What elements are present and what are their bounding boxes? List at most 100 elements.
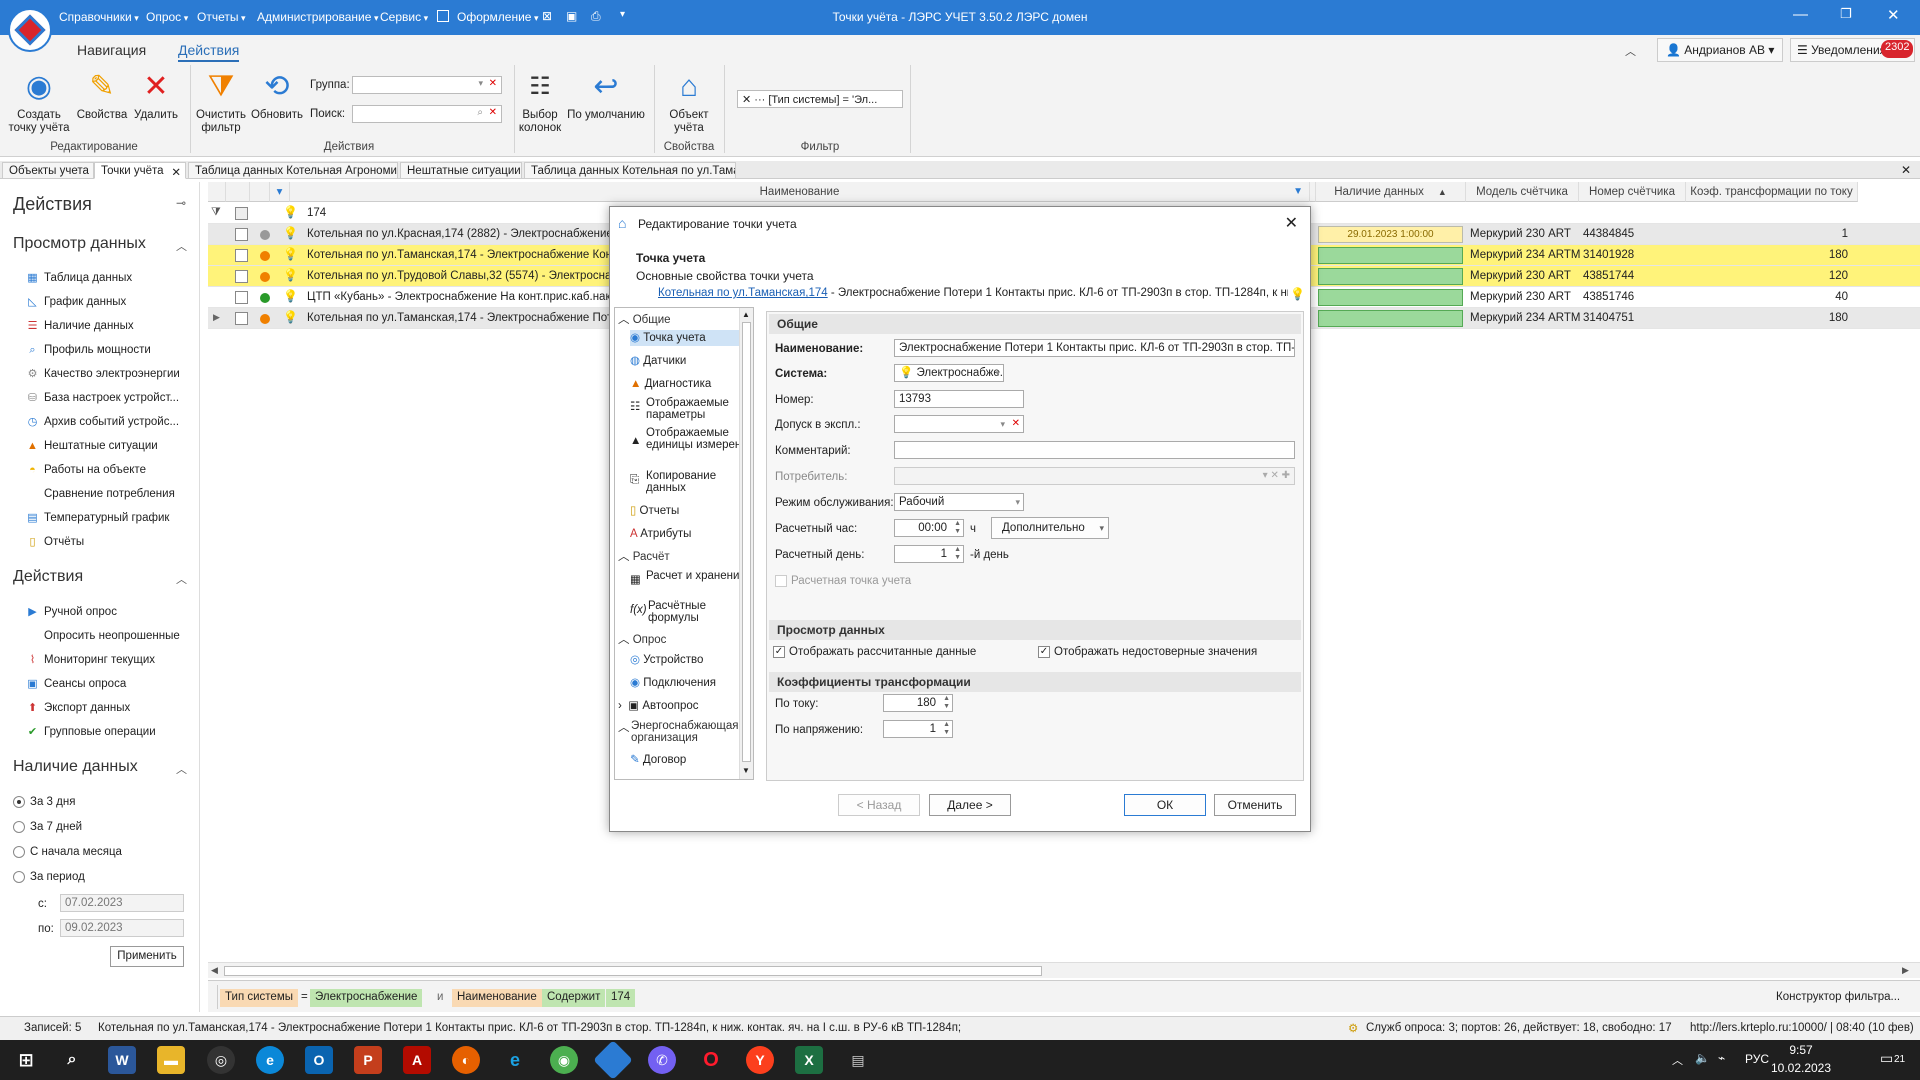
tray-arrow-icon[interactable]: ︿ xyxy=(1672,1052,1683,1068)
spinner-icon[interactable]: ▲ ▼ xyxy=(943,695,950,711)
row-checkbox[interactable] xyxy=(235,249,248,262)
firefox-icon[interactable]: ◐ xyxy=(452,1046,480,1074)
tree-item-contract[interactable]: ✎ Договор xyxy=(630,754,686,766)
search-input[interactable]: ⌕ ✕ xyxy=(352,105,502,123)
quick-access-dropdown-icon[interactable]: ▾ xyxy=(620,9,625,20)
volume-icon[interactable]: 🔈 xyxy=(1695,1051,1710,1065)
item-data-chart[interactable]: ◺ График данных xyxy=(26,296,126,308)
item-poll-sessions[interactable]: ▣ Сеансы опроса xyxy=(26,678,126,690)
select-all-checkbox[interactable] xyxy=(235,207,248,220)
header-ratio[interactable]: Коэф. трансформации по току xyxy=(1686,182,1858,202)
filter-chip-value[interactable]: 174 xyxy=(606,989,636,1007)
header-name[interactable]: Наименование ▼ xyxy=(290,182,1310,202)
tree-item-sensors[interactable]: ◍ Датчики xyxy=(630,355,686,367)
tree-item-formulas[interactable]: f(x) Расчётные формулы xyxy=(630,600,753,624)
clear-icon[interactable]: ✕ xyxy=(742,94,751,106)
row-checkbox[interactable] xyxy=(235,270,248,283)
item-export[interactable]: ⬆ Экспорт данных xyxy=(26,702,130,714)
column-filter-icon[interactable]: ▼ xyxy=(1293,182,1303,201)
collapse-ribbon-icon[interactable]: ︿ xyxy=(1625,43,1636,59)
item-event-archive[interactable]: ◷ Архив событий устройс... xyxy=(26,416,179,428)
tab-data-table-2[interactable]: Таблица данных Котельная по ул.Тама xyxy=(524,162,736,179)
clear-icon[interactable]: ✕ xyxy=(489,107,497,118)
close-icon[interactable]: ✕ xyxy=(1887,6,1900,24)
filter-builder-link[interactable]: Конструктор фильтра... xyxy=(1776,991,1900,1003)
header-model[interactable]: Модель счётчика xyxy=(1466,182,1579,202)
group-select[interactable]: ▾ ✕ xyxy=(352,76,502,94)
close-tab-icon[interactable]: ✕ xyxy=(171,165,181,179)
tree-section-supply[interactable]: ︿ Энергоснабжающая организация xyxy=(618,720,740,744)
tree-item-display-units[interactable]: ▲ Отображаемые единицы измерения xyxy=(630,427,753,451)
name-input[interactable]: Электроснабжение Потери 1 Контакты прис.… xyxy=(894,339,1295,357)
radio-7-days[interactable]: За 7 дней xyxy=(13,821,82,833)
pdf-icon[interactable]: A xyxy=(403,1046,431,1074)
extra-button[interactable]: Дополнительно ▾ xyxy=(991,517,1109,539)
filter-and[interactable]: и xyxy=(432,989,448,1007)
select-columns-button[interactable]: ☷ Выбор колонок xyxy=(518,67,562,135)
word-icon[interactable]: W xyxy=(108,1046,136,1074)
clock-date[interactable]: 10.02.2023 xyxy=(1770,1061,1832,1075)
save-icon[interactable]: ▣ xyxy=(566,9,577,23)
item-data-table[interactable]: ▦ Таблица данных xyxy=(26,272,132,284)
user-menu[interactable]: 👤 Андрианов АВ ▾ xyxy=(1657,38,1784,62)
spinner-icon[interactable]: ▲ ▼ xyxy=(954,520,961,536)
item-consumption-compare[interactable]: Сравнение потребления xyxy=(26,488,175,500)
chevron-up-icon[interactable]: ︿ xyxy=(176,238,187,254)
close-all-tabs-icon[interactable]: ✕ xyxy=(1901,163,1911,177)
minimize-icon[interactable]: — xyxy=(1793,6,1808,23)
powerpoint-icon[interactable]: P xyxy=(354,1046,382,1074)
language-indicator[interactable]: РУС xyxy=(1745,1052,1769,1066)
filter-icon[interactable]: ▾ xyxy=(270,182,290,202)
tab-navigation[interactable]: Навигация xyxy=(77,42,146,58)
show-unreliable-checkbox[interactable]: ✓ Отображать недостоверные значения xyxy=(1038,646,1257,658)
mode-select[interactable]: Рабочий ▾ xyxy=(894,493,1024,511)
notepad-icon[interactable]: ▤ xyxy=(844,1046,872,1074)
search-icon[interactable]: ⌕ xyxy=(58,1046,86,1074)
tree-item-data-copy[interactable]: ⎘ Копирование данных xyxy=(630,470,753,494)
edge-icon[interactable]: e xyxy=(256,1046,284,1074)
header-availability[interactable]: Наличие данных ▲ xyxy=(1316,182,1466,202)
notification-center-icon[interactable]: ▭ xyxy=(1880,1050,1893,1067)
back-button[interactable]: < Назад xyxy=(838,794,920,816)
tree-item-calc-storage[interactable]: ▦ Расчет и хранение xyxy=(630,570,753,586)
ok-button[interactable]: ОК xyxy=(1124,794,1206,816)
properties-button[interactable]: ✎ Свойства xyxy=(76,67,128,122)
tree-item-device[interactable]: ◎ Устройство xyxy=(630,654,703,666)
scroll-left-icon[interactable]: ◀ xyxy=(211,965,218,976)
current-ratio-input[interactable]: 180 ▲ ▼ xyxy=(883,694,953,712)
row-checkbox[interactable] xyxy=(235,228,248,241)
outlook-icon[interactable]: O xyxy=(305,1046,333,1074)
menu-reports[interactable]: Отчеты xyxy=(197,10,246,24)
clock-time[interactable]: 9:57 xyxy=(1776,1043,1826,1057)
explorer-icon[interactable]: ▬ xyxy=(157,1046,185,1074)
tab-data-table-1[interactable]: Таблица данных Котельная Агрономич xyxy=(188,162,398,179)
ie-icon[interactable]: e xyxy=(501,1046,529,1074)
row-checkbox[interactable] xyxy=(235,312,248,325)
object-link[interactable]: Котельная по ул.Таманская,174 xyxy=(658,287,828,299)
app-logo[interactable] xyxy=(8,8,52,52)
menu-poll[interactable]: Опрос xyxy=(146,10,188,24)
opera-icon[interactable]: O xyxy=(697,1046,725,1074)
from-date-input[interactable]: 07.02.2023 xyxy=(60,894,184,912)
print-icon[interactable]: ⎙ xyxy=(591,9,601,24)
chrome-icon[interactable]: ◉ xyxy=(550,1046,578,1074)
clear-filter-button[interactable]: ⧩ Очистить фильтр xyxy=(194,67,248,135)
pin-icon[interactable]: ⊸ xyxy=(176,196,186,210)
tree-item-point[interactable]: ◉ Точка учета xyxy=(630,330,740,346)
restore-icon[interactable]: ❐ xyxy=(1840,6,1852,22)
tree-item-reports[interactable]: ▯ Отчеты xyxy=(630,505,679,517)
item-object-works[interactable]: ◓ Работы на объекте xyxy=(26,464,146,476)
item-power-quality[interactable]: ⚙ Качество электроэнергии xyxy=(26,368,180,380)
tree-scrollbar[interactable]: ▲ ▼ xyxy=(739,308,753,779)
lers-taskbar-icon[interactable] xyxy=(593,1040,633,1080)
clear-icon[interactable]: ✕ xyxy=(1012,417,1020,430)
delete-button[interactable]: ✕ Удалить xyxy=(132,67,180,122)
filter-dropdown[interactable]: ✕ ··· [Тип системы] = 'Эл... xyxy=(737,90,903,108)
item-temperature-chart[interactable]: ▤ Температурный график xyxy=(26,512,169,524)
default-button[interactable]: ↩ По умолчанию xyxy=(566,67,646,122)
tree-section-calc[interactable]: ︿ Расчёт xyxy=(618,551,670,563)
close-icon[interactable]: ✕ xyxy=(1285,213,1298,233)
admission-date-input[interactable]: ▾ ✕ xyxy=(894,415,1024,433)
menu-design[interactable]: Оформление xyxy=(457,10,539,24)
item-group-ops[interactable]: ✔ Групповые операции xyxy=(26,726,156,738)
